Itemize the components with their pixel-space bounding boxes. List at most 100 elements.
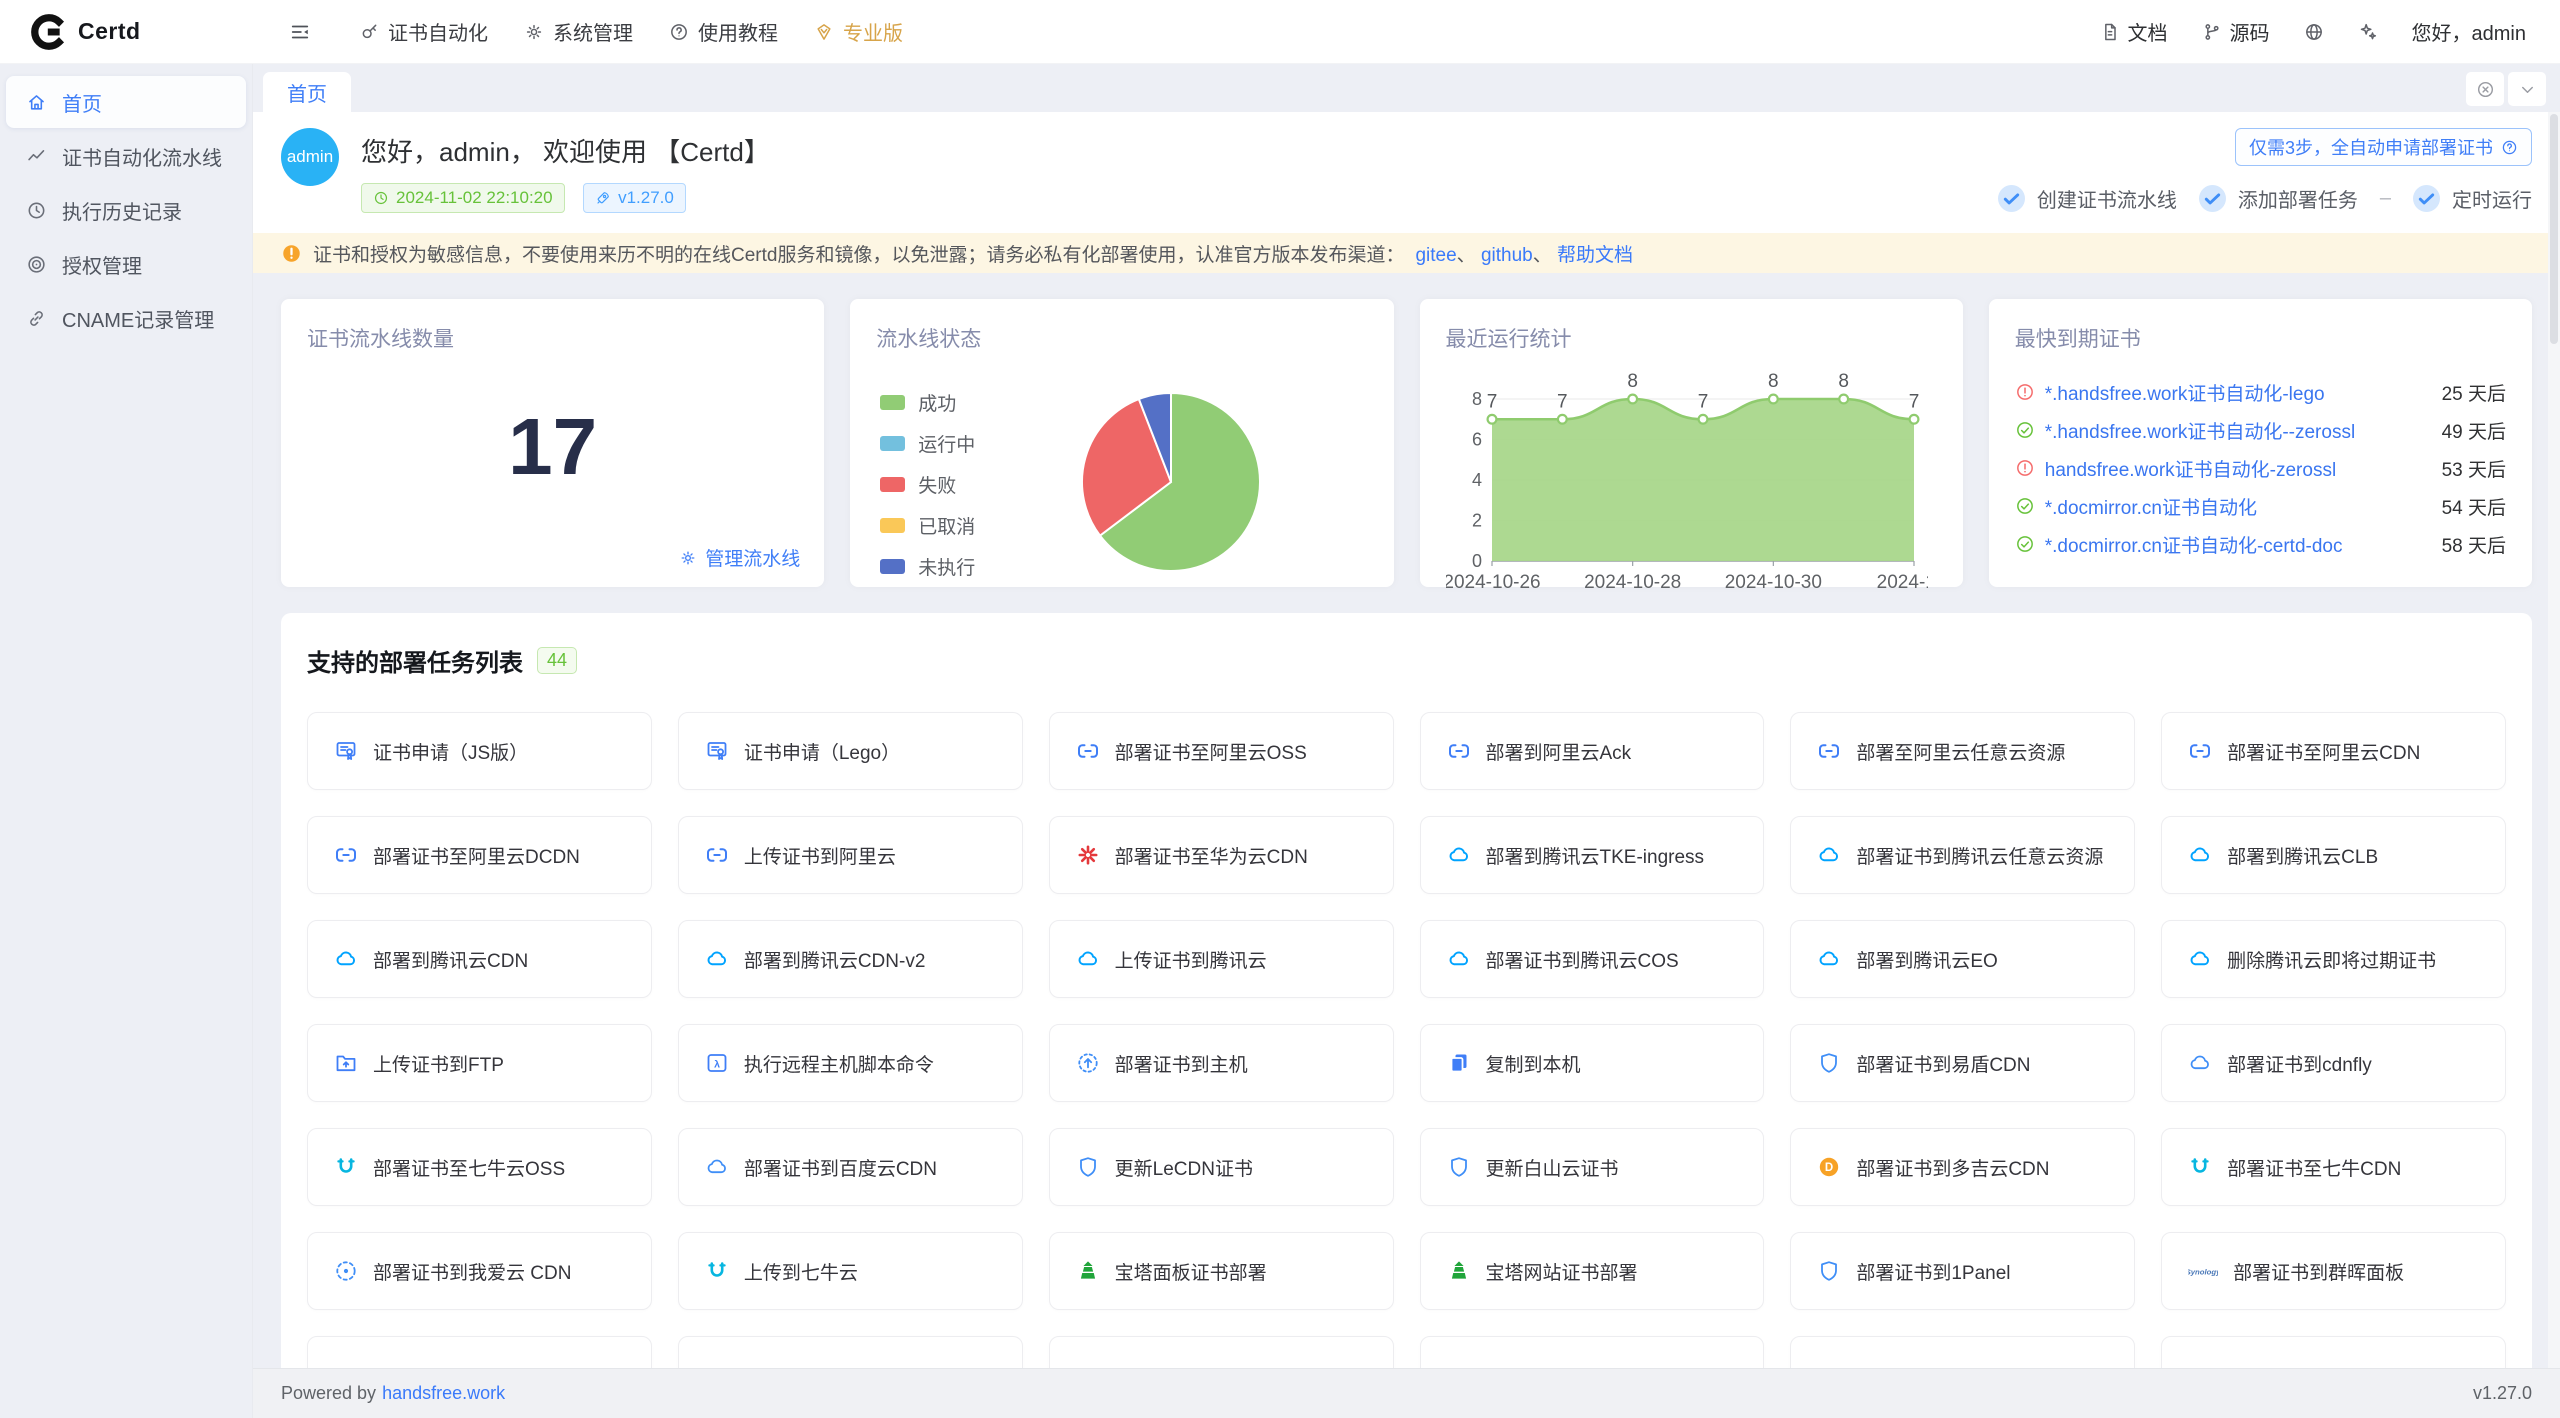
task-card[interactable]: 部署到腾讯云TKE-ingress [1420,816,1765,894]
warning-circle-icon [2015,458,2035,478]
sidebar-collapse-button[interactable] [289,21,311,43]
task-card[interactable]: Synology部署证书到群晖面板 [2161,1232,2506,1310]
tencent-icon [1817,843,1841,867]
svg-text:6: 6 [1471,430,1481,450]
cert-link[interactable]: *.handsfree.work证书自动化-lego [2045,379,2424,406]
task-card[interactable]: 部署证书至阿里云CDN [2161,712,2506,790]
banner-link-帮助文档[interactable]: 帮助文档 [1557,245,1633,266]
task-card[interactable]: 部署至阿里云任意云资源 [1790,712,2135,790]
tab-bar: 首页 [253,64,2560,112]
task-card[interactable]: 部署证书到cdnfly [2161,1024,2506,1102]
handsfree-link[interactable]: handsfree.work [382,1383,505,1404]
days-remaining: 54 天后 [2442,493,2506,520]
scrollbar-thumb[interactable] [2550,114,2558,344]
task-card[interactable]: 上传证书到阿里云 [678,816,1023,894]
task-card[interactable]: 部署证书到1Panel [1790,1232,2135,1310]
svg-text:2024-10-26: 2024-10-26 [1446,572,1541,593]
sidebar-item-chartline[interactable]: 证书自动化流水线 [6,130,246,182]
sidebar-item-home[interactable]: 首页 [6,76,246,128]
task-card[interactable]: 部署证书到主机 [1049,1024,1394,1102]
task-card[interactable]: 部署到腾讯云CDN-v2 [678,920,1023,998]
chartline-icon [26,146,47,167]
banner-link-gitee[interactable]: gitee [1415,245,1456,266]
security-warning-banner: 证书和授权为敏感信息，不要使用来历不明的在线Certd服务和镜像，以免泄露；请务… [253,233,2560,273]
sidebar-item-history[interactable]: 执行历史记录 [6,184,246,236]
task-card[interactable]: 上传到七牛云 [678,1232,1023,1310]
nav-item-question[interactable]: 使用教程 [651,7,796,56]
task-card[interactable]: D部署证书到多吉云CDN [1790,1128,2135,1206]
task-card[interactable]: 部署证书至七牛云OSS [307,1128,652,1206]
banner-link-github[interactable]: github [1481,245,1533,266]
cert-link[interactable]: *.docmirror.cn证书自动化 [2045,493,2424,520]
task-card[interactable]: 部署到腾讯云EO [1790,920,2135,998]
tencent-icon [1076,947,1100,971]
task-card[interactable]: 证书申请（Lego） [678,712,1023,790]
task-card[interactable]: 部署证书到我爱云 CDN [307,1232,652,1310]
check-circle-icon [1998,185,2025,212]
top-menu: 证书自动化系统管理使用教程专业版 [341,7,921,56]
legend-item-3[interactable]: 已取消 [880,512,975,539]
task-card[interactable]: 部署到阿里云Ack [1420,712,1765,790]
scrollbar[interactable] [2548,112,2560,1418]
task-card[interactable]: 宝塔面板证书部署 [1049,1232,1394,1310]
cloud-icon [705,1155,729,1179]
pie-chart [1068,379,1274,590]
aliyun-icon [334,843,358,867]
nav-item-gear[interactable]: 系统管理 [506,7,651,56]
task-card[interactable]: 部署证书到腾讯云COS [1420,920,1765,998]
task-card[interactable]: 删除腾讯云即将过期证书 [2161,920,2506,998]
task-card[interactable]: 部署证书到腾讯云任意云资源 [1790,816,2135,894]
task-card[interactable]: 部署证书至阿里云OSS [1049,712,1394,790]
svg-text:8: 8 [1768,371,1779,392]
task-card[interactable]: 证书申请（JS版） [307,712,652,790]
task-card[interactable]: 部署证书到百度云CDN [678,1128,1023,1206]
tab-home[interactable]: 首页 [263,72,351,112]
legend-item-0[interactable]: 成功 [880,389,975,416]
legend-item-1[interactable]: 运行中 [880,430,975,457]
expiring-certs-card: 最快到期证书 *.handsfree.work证书自动化-lego25 天后*.… [1989,299,2532,587]
certd-logo-icon [28,13,66,51]
banner-links: gitee、 github、 帮助文档 [1415,240,1633,267]
cert-link[interactable]: *.handsfree.work证书自动化--zerossl [2045,417,2424,444]
cert-link[interactable]: handsfree.work证书自动化-zerossl [2045,455,2424,482]
task-card[interactable]: 上传证书到FTP [307,1024,652,1102]
hostup-icon [1076,1051,1100,1075]
avatar: admin [281,128,339,186]
guide-badge[interactable]: 仅需3步，全自动申请部署证书 [2235,128,2532,166]
cert-link[interactable]: *.docmirror.cn证书自动化-certd-doc [2045,531,2424,558]
task-card[interactable]: 部署证书至阿里云DCDN [307,816,652,894]
task-card[interactable]: 更新白山云证书 [1420,1128,1765,1206]
manage-pipelines-link[interactable]: 管理流水线 [679,544,800,571]
nav-item-key[interactable]: 证书自动化 [341,7,506,56]
aliyun-icon [2188,739,2212,763]
legend-item-4[interactable]: 未执行 [880,553,975,580]
task-card[interactable]: 上传证书到腾讯云 [1049,920,1394,998]
task-card[interactable]: 部署证书至华为云CDN [1049,816,1394,894]
card-title: 流水线状态 [876,323,1367,353]
source-link[interactable]: 源码 [2202,17,2270,46]
sidebar-item-link[interactable]: CNAME记录管理 [6,292,246,344]
card-title: 证书流水线数量 [307,323,798,353]
task-card[interactable]: λ执行远程主机脚本命令 [678,1024,1023,1102]
task-card[interactable]: 复制到本机 [1420,1024,1765,1102]
close-tabs-button[interactable] [2466,72,2504,106]
gear-icon [524,22,544,42]
task-card[interactable]: 部署证书到易盾CDN [1790,1024,2135,1102]
legend-item-2[interactable]: 失败 [880,471,975,498]
task-card[interactable]: 宝塔网站证书部署 [1420,1232,1765,1310]
svg-text:2024-10-30: 2024-10-30 [1724,572,1821,593]
docs-link[interactable]: 文档 [2100,17,2168,46]
task-card[interactable]: 更新LeCDN证书 [1049,1128,1394,1206]
tabs-dropdown-button[interactable] [2508,72,2546,106]
svg-text:7: 7 [1486,391,1497,412]
language-button[interactable] [2304,22,2324,42]
footer: Powered by handsfree.work v1.27.0 [253,1368,2560,1418]
theme-button[interactable] [2358,22,2378,42]
shield-icon [1076,1155,1100,1179]
nav-item-vip[interactable]: 专业版 [796,7,921,56]
task-card[interactable]: 部署到腾讯云CDN [307,920,652,998]
sidebar-item-target[interactable]: 授权管理 [6,238,246,290]
task-card[interactable]: 部署到腾讯云CLB [2161,816,2506,894]
user-greeting[interactable]: 您好，admin [2412,17,2526,46]
task-card[interactable]: 部署证书至七牛CDN [2161,1128,2506,1206]
